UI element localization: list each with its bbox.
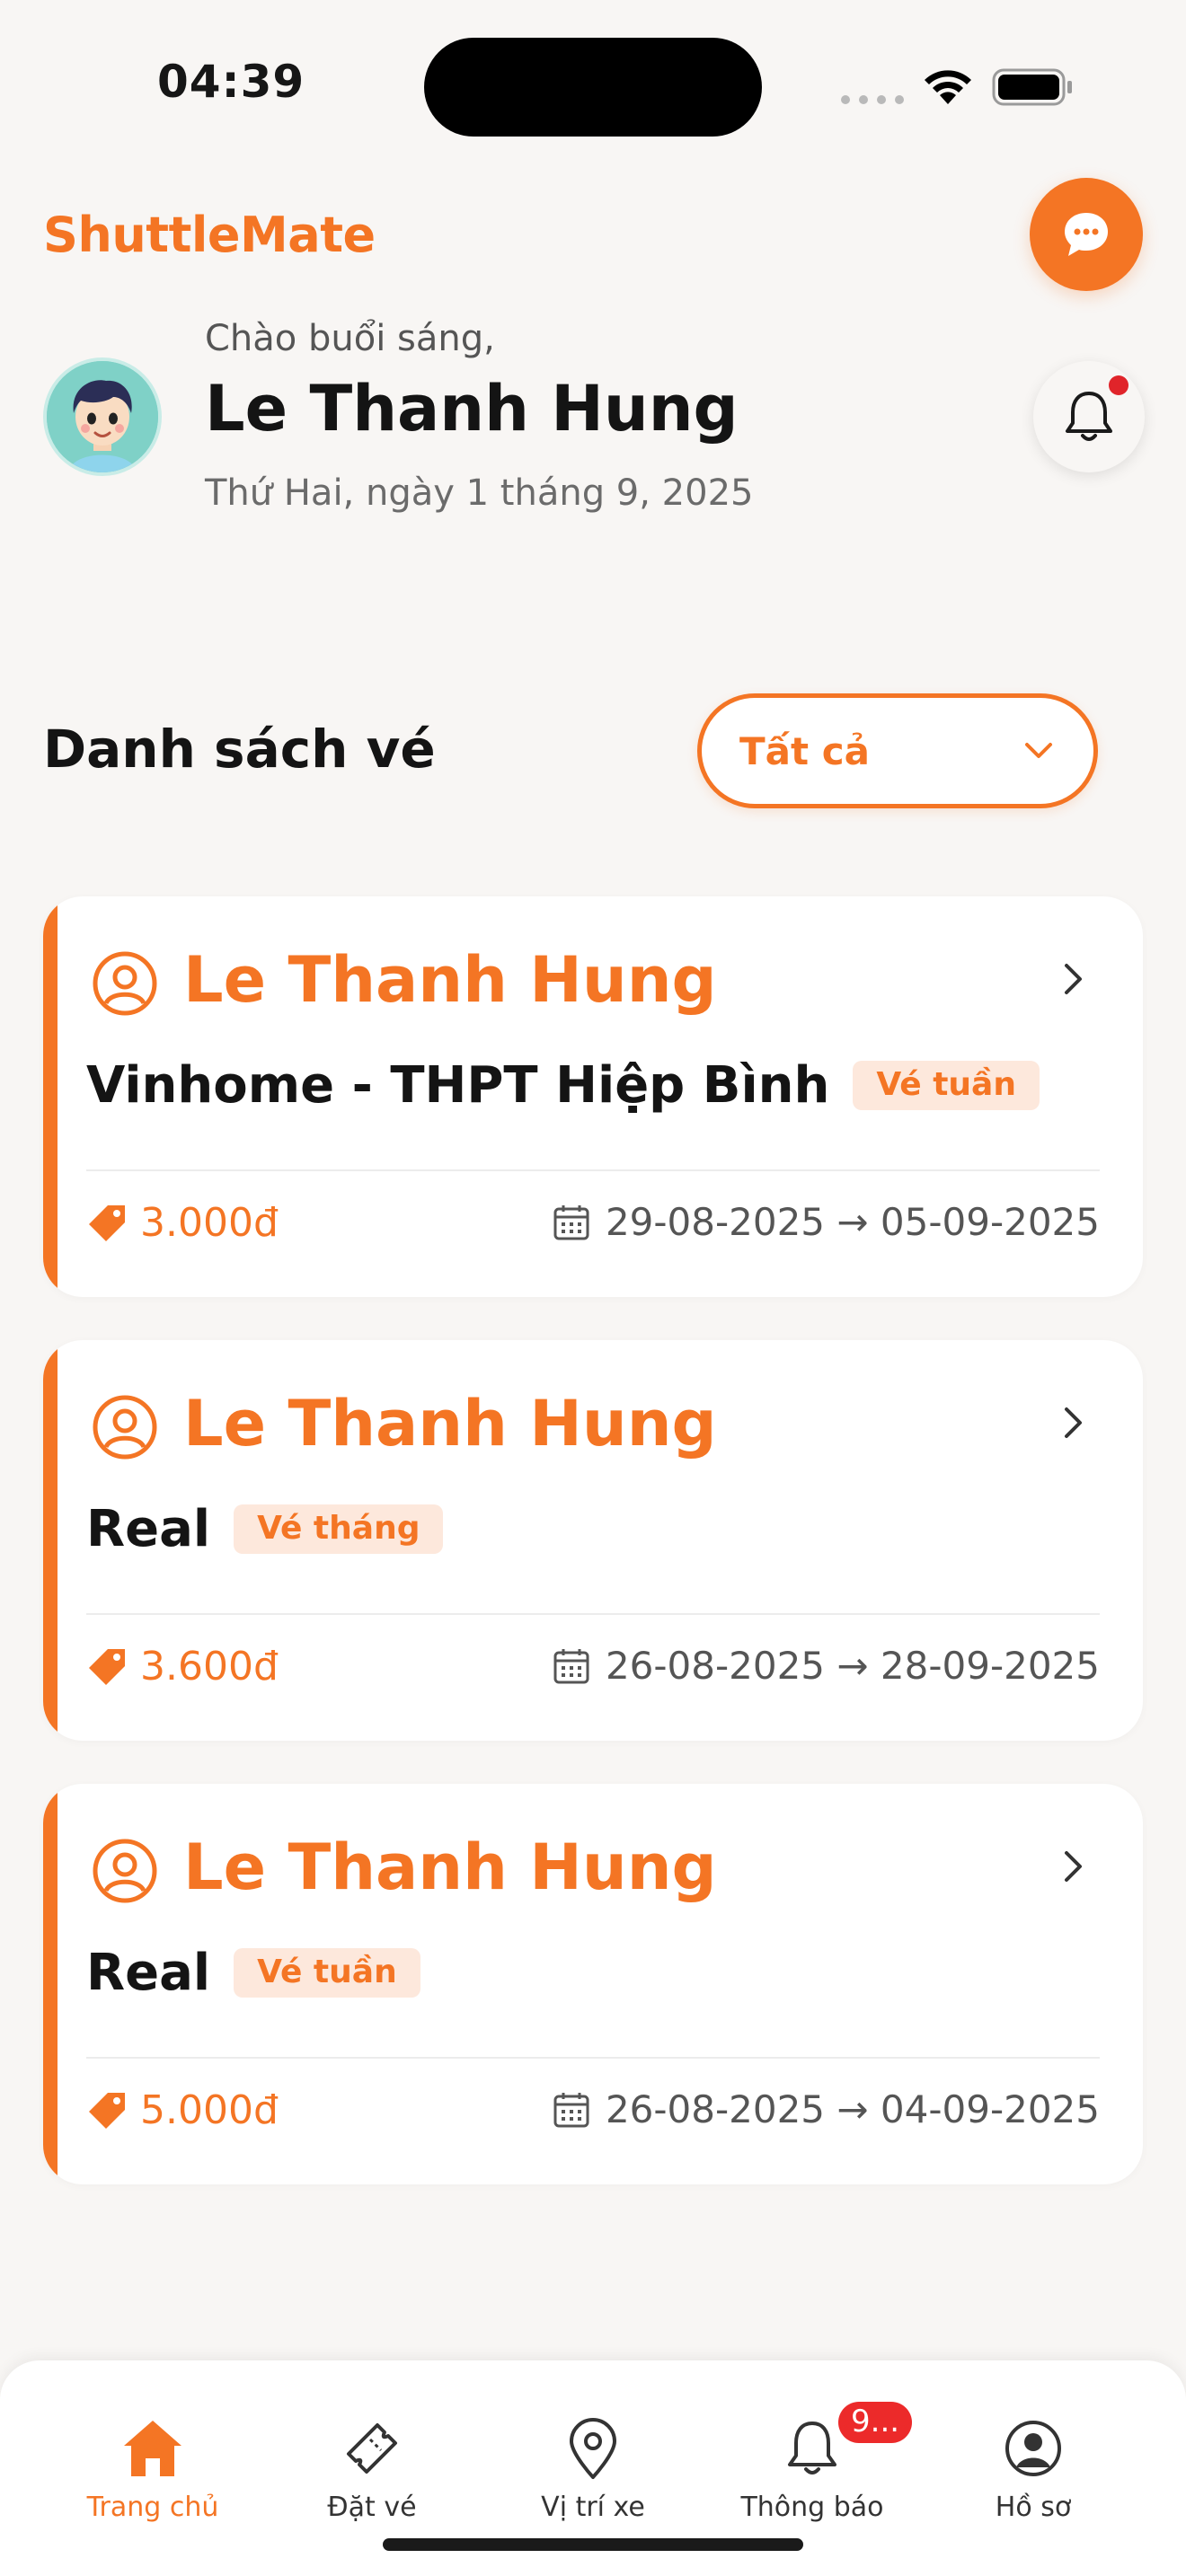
nav-label: Thông báo bbox=[740, 2492, 884, 2523]
home-indicator bbox=[383, 2538, 803, 2551]
chevron-right-icon[interactable] bbox=[1060, 1405, 1087, 1441]
divider bbox=[86, 2057, 1100, 2059]
ticket-price: 3.000đ bbox=[140, 1200, 279, 1246]
price-tag-icon bbox=[89, 2092, 125, 2129]
cellular-signal-icon bbox=[841, 95, 904, 104]
nav-item-notifications[interactable]: 9... Thông báo bbox=[713, 2402, 913, 2523]
ticket-route: Real bbox=[86, 1500, 211, 1558]
user-circle-icon bbox=[93, 1839, 157, 1903]
ticket-icon bbox=[347, 2423, 397, 2474]
profile-icon bbox=[1005, 2421, 1061, 2476]
ticket-passenger: Le Thanh Hung bbox=[183, 943, 717, 1017]
ticket-card[interactable]: Le Thanh Hung Real Vé tháng 3.600đ 26-08… bbox=[43, 1340, 1143, 1741]
ticket-price: 5.000đ bbox=[140, 2087, 279, 2133]
dynamic-island bbox=[424, 38, 762, 137]
notification-count-badge: 9... bbox=[838, 2402, 913, 2443]
ticket-passenger: Le Thanh Hung bbox=[183, 1387, 717, 1460]
current-date: Thứ Hai, ngày 1 tháng 9, 2025 bbox=[205, 472, 754, 514]
user-circle-icon bbox=[93, 951, 157, 1016]
ticket-route: Real bbox=[86, 1944, 211, 2002]
ticket-type-badge: Vé tuần bbox=[234, 1948, 420, 1998]
status-time: 04:39 bbox=[157, 56, 305, 108]
home-icon bbox=[124, 2421, 181, 2476]
divider bbox=[86, 1613, 1100, 1615]
greeting-text: Chào buổi sáng, bbox=[205, 318, 495, 359]
ticket-price: 3.600đ bbox=[140, 1644, 279, 1689]
chat-bubble-icon bbox=[1065, 213, 1108, 256]
ticket-card[interactable]: Le Thanh Hung Vinhome - THPT Hiệp Bình V… bbox=[43, 896, 1143, 1297]
calendar-icon bbox=[553, 2092, 589, 2127]
nav-item-bus-location[interactable]: Vị trí xe bbox=[494, 2413, 692, 2523]
chevron-down-icon bbox=[1025, 743, 1052, 758]
calendar-icon bbox=[553, 1204, 589, 1239]
nav-item-booking[interactable]: Đặt vé bbox=[273, 2413, 471, 2523]
ticket-date-range: 26-08-2025 → 04-09-2025 bbox=[605, 2087, 1100, 2131]
ticket-card[interactable]: Le Thanh Hung Real Vé tuần 5.000đ 26-08-… bbox=[43, 1784, 1143, 2184]
chat-button[interactable] bbox=[1030, 178, 1143, 291]
notification-button[interactable] bbox=[1033, 361, 1145, 472]
calendar-icon bbox=[553, 1648, 589, 1683]
nav-item-profile[interactable]: Hồ sơ bbox=[934, 2413, 1132, 2523]
filter-selected-value: Tất cả bbox=[739, 728, 870, 773]
bell-icon bbox=[1066, 392, 1112, 441]
nav-label: Đặt vé bbox=[327, 2492, 417, 2523]
nav-label: Vị trí xe bbox=[541, 2492, 645, 2523]
ticket-passenger: Le Thanh Hung bbox=[183, 1831, 717, 1904]
bell-icon bbox=[788, 2422, 836, 2475]
ticket-filter-dropdown[interactable]: Tất cả bbox=[697, 693, 1098, 808]
notification-dot bbox=[1109, 375, 1128, 395]
section-title: Danh sách vé bbox=[43, 719, 436, 780]
avatar[interactable] bbox=[43, 357, 162, 476]
location-pin-icon bbox=[570, 2418, 616, 2479]
ticket-date-range: 26-08-2025 → 28-09-2025 bbox=[605, 1644, 1100, 1688]
user-name: Le Thanh Hung bbox=[205, 372, 739, 446]
battery-icon bbox=[992, 68, 1072, 106]
ticket-type-badge: Vé tuần bbox=[853, 1061, 1040, 1110]
chevron-right-icon[interactable] bbox=[1060, 1848, 1087, 1884]
price-tag-icon bbox=[89, 1648, 125, 1685]
ticket-route: Vinhome - THPT Hiệp Bình bbox=[86, 1056, 830, 1115]
nav-item-home[interactable]: Trang chủ bbox=[54, 2413, 252, 2523]
avatar-illustration bbox=[47, 361, 158, 472]
nav-label: Hồ sơ bbox=[995, 2492, 1072, 2523]
price-tag-icon bbox=[89, 1204, 125, 1241]
chevron-right-icon[interactable] bbox=[1060, 961, 1087, 997]
app-brand: ShuttleMate bbox=[43, 207, 376, 263]
user-circle-icon bbox=[93, 1395, 157, 1460]
ticket-type-badge: Vé tháng bbox=[234, 1504, 444, 1554]
nav-label: Trang chủ bbox=[86, 2492, 219, 2523]
wifi-icon bbox=[925, 70, 971, 104]
divider bbox=[86, 1169, 1100, 1171]
ticket-date-range: 29-08-2025 → 05-09-2025 bbox=[605, 1200, 1100, 1244]
